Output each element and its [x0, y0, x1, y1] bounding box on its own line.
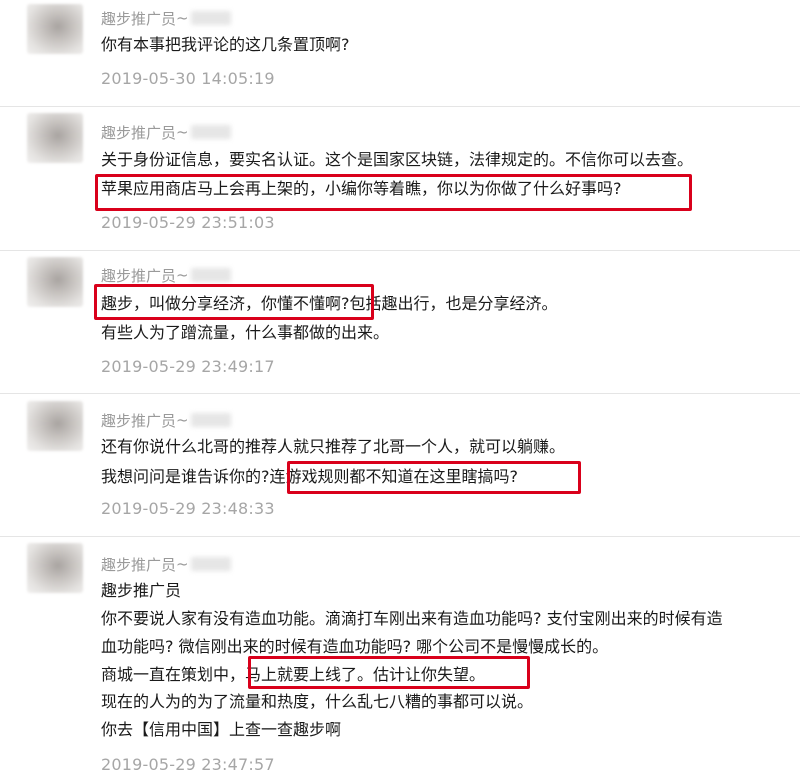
comment-text-line: 我想问问是谁告诉你的?连游戏规则都不知道在这里瞎搞吗?: [101, 467, 518, 486]
comment-text-line: 现在的人为的为了流量和热度，什么乱七八糟的事都可以说。: [101, 692, 534, 711]
comment-text-line: 苹果应用商店马上会再上架的，小编你等着瞧，你以为你做了什么好事吗?: [101, 179, 622, 198]
divider: [0, 536, 800, 537]
author-name: 趣步推广员: [101, 411, 177, 430]
author-suffix: ~: [176, 266, 189, 284]
divider: [0, 250, 800, 251]
author-name: 趣步推广员: [101, 555, 177, 574]
comment-text-line: 你有本事把我评论的这几条置顶啊?: [101, 35, 350, 54]
author-suffix: ~: [176, 411, 189, 429]
author-suffix: ~: [176, 123, 189, 141]
blurred-nickname: [190, 268, 231, 282]
comment-text-line: 还有你说什么北哥的推荐人就只推荐了北哥一个人，就可以躺赚。: [101, 437, 566, 456]
comment-text-line: 血功能吗? 微信刚出来的时候有造血功能吗? 哪个公司不是慢慢成长的。: [101, 637, 609, 656]
comment-author[interactable]: 趣步推广员 ~: [101, 264, 231, 286]
divider: [0, 106, 800, 107]
avatar[interactable]: [27, 113, 83, 163]
comment-text-line: 你去【信用中国】上查一查趣步啊: [101, 720, 342, 739]
avatar[interactable]: [27, 257, 83, 307]
comment-text-line: 有些人为了蹭流量，什么事都做的出来。: [101, 323, 390, 342]
comment-author[interactable]: 趣步推广员 ~: [101, 7, 231, 29]
blurred-nickname: [190, 557, 231, 571]
author-name: 趣步推广员: [101, 123, 177, 142]
comment-timestamp: 2019-05-29 23:48:33: [101, 499, 275, 518]
author-suffix: ~: [176, 555, 189, 573]
comment-timestamp: 2019-05-30 14:05:19: [101, 69, 275, 88]
blurred-nickname: [190, 125, 231, 139]
comment-text-line: 你不要说人家有没有造血功能。滴滴打车刚出来有造血功能吗? 支付宝刚出来的时候有造: [101, 609, 723, 628]
comment-text-line: 关于身份证信息，要实名认证。这个是国家区块链，法律规定的。不信你可以去查。: [101, 150, 694, 169]
blurred-nickname: [190, 11, 231, 25]
comment-timestamp: 2019-05-29 23:51:03: [101, 213, 275, 232]
avatar[interactable]: [27, 543, 83, 593]
comment-author[interactable]: 趣步推广员 ~: [101, 553, 231, 575]
avatar[interactable]: [27, 4, 83, 54]
blurred-nickname: [190, 413, 231, 427]
comment-text-line: 趣步推广员: [101, 581, 182, 600]
author-name: 趣步推广员: [101, 9, 177, 28]
comment-text-line: 趣步，叫做分享经济，你懂不懂啊?包括趣出行，也是分享经济。: [101, 294, 558, 313]
comment-author[interactable]: 趣步推广员 ~: [101, 121, 231, 143]
comment-timestamp: 2019-05-29 23:47:57: [101, 755, 275, 774]
author-suffix: ~: [176, 9, 189, 27]
comment-author[interactable]: 趣步推广员 ~: [101, 409, 231, 431]
avatar[interactable]: [27, 401, 83, 451]
comment-timestamp: 2019-05-29 23:49:17: [101, 357, 275, 376]
author-name: 趣步推广员: [101, 266, 177, 285]
divider: [0, 393, 800, 394]
comment-text-line: 商城一直在策划中，马上就要上线了。估计让你失望。: [101, 665, 486, 684]
